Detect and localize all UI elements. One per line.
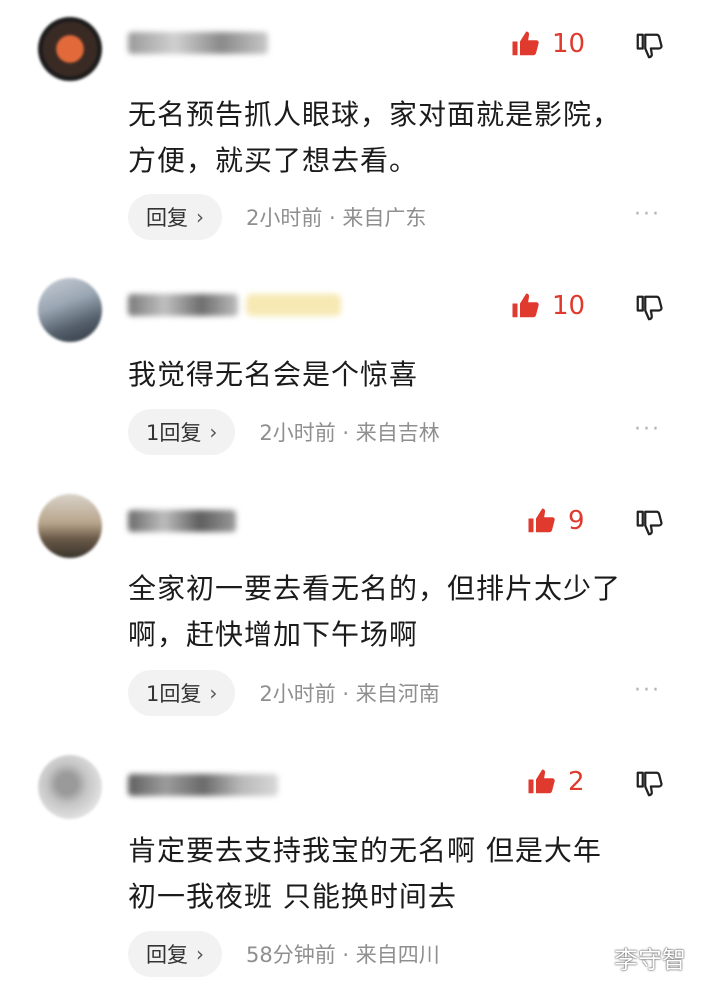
like-button[interactable]: 9: [526, 506, 585, 536]
more-options-icon[interactable]: ···: [634, 202, 661, 227]
chevron-right-icon: ›: [196, 942, 204, 966]
avatar[interactable]: [38, 17, 102, 81]
chevron-right-icon: ›: [196, 205, 204, 229]
like-button[interactable]: 2: [526, 767, 585, 797]
chevron-right-icon: ›: [209, 420, 218, 444]
thumbs-down-icon[interactable]: [634, 293, 664, 323]
username-blurred[interactable]: [128, 774, 278, 796]
chevron-right-icon: ›: [209, 681, 218, 705]
thumbs-up-icon: [512, 31, 539, 56]
more-options-icon[interactable]: ···: [634, 417, 661, 442]
like-count: 10: [552, 29, 586, 59]
comment-meta: 回复 › 58分钟前 · 来自四川: [128, 931, 440, 977]
username-blurred[interactable]: [128, 510, 236, 532]
comment-meta: 1回复 › 2小时前 · 来自河南: [128, 670, 440, 716]
avatar[interactable]: [38, 755, 102, 819]
watermark: 李守智: [614, 946, 686, 974]
comment-text: 无名预告抓人眼球，家对面就是影院， 方便，就买了想去看。: [128, 98, 622, 177]
avatar[interactable]: [38, 278, 102, 342]
timestamp-location: 2小时前 · 来自河南: [259, 682, 440, 706]
thumbs-down-icon[interactable]: [634, 31, 664, 61]
avatar[interactable]: [38, 494, 102, 558]
comment-text: 肯定要去支持我宝的无名啊 但是大年 初一我夜班 只能换时间去: [128, 834, 602, 913]
timestamp-location: 58分钟前 · 来自四川: [246, 943, 440, 967]
like-count: 9: [568, 506, 585, 536]
more-options-icon[interactable]: ···: [634, 678, 661, 703]
username-blurred[interactable]: [128, 32, 268, 54]
user-badge: [246, 294, 341, 316]
reply-button[interactable]: 回复 ›: [128, 194, 222, 240]
timestamp-location: 2小时前 · 来自吉林: [259, 421, 440, 445]
thumbs-down-icon[interactable]: [634, 508, 664, 538]
thumbs-up-icon: [512, 293, 539, 318]
like-button[interactable]: 10: [510, 291, 585, 321]
like-count: 2: [568, 767, 585, 797]
reply-button[interactable]: 1回复 ›: [128, 670, 236, 716]
like-count: 10: [552, 291, 586, 321]
thumbs-up-icon: [528, 769, 555, 794]
comment-meta: 回复 › 2小时前 · 来自广东: [128, 194, 426, 240]
comment-text: 全家初一要去看无名的，但排片太少了 啊，赶快增加下午场啊: [128, 572, 622, 651]
reply-button[interactable]: 1回复 ›: [128, 409, 236, 455]
timestamp-location: 2小时前 · 来自广东: [246, 206, 427, 230]
comment-meta: 1回复 › 2小时前 · 来自吉林: [128, 409, 440, 455]
thumbs-up-icon: [528, 508, 555, 533]
thumbs-down-icon[interactable]: [634, 769, 664, 799]
username-blurred[interactable]: [128, 294, 238, 316]
comment-text: 我觉得无名会是个惊喜: [128, 358, 419, 391]
like-button[interactable]: 10: [510, 29, 585, 59]
reply-button[interactable]: 回复 ›: [128, 931, 222, 977]
